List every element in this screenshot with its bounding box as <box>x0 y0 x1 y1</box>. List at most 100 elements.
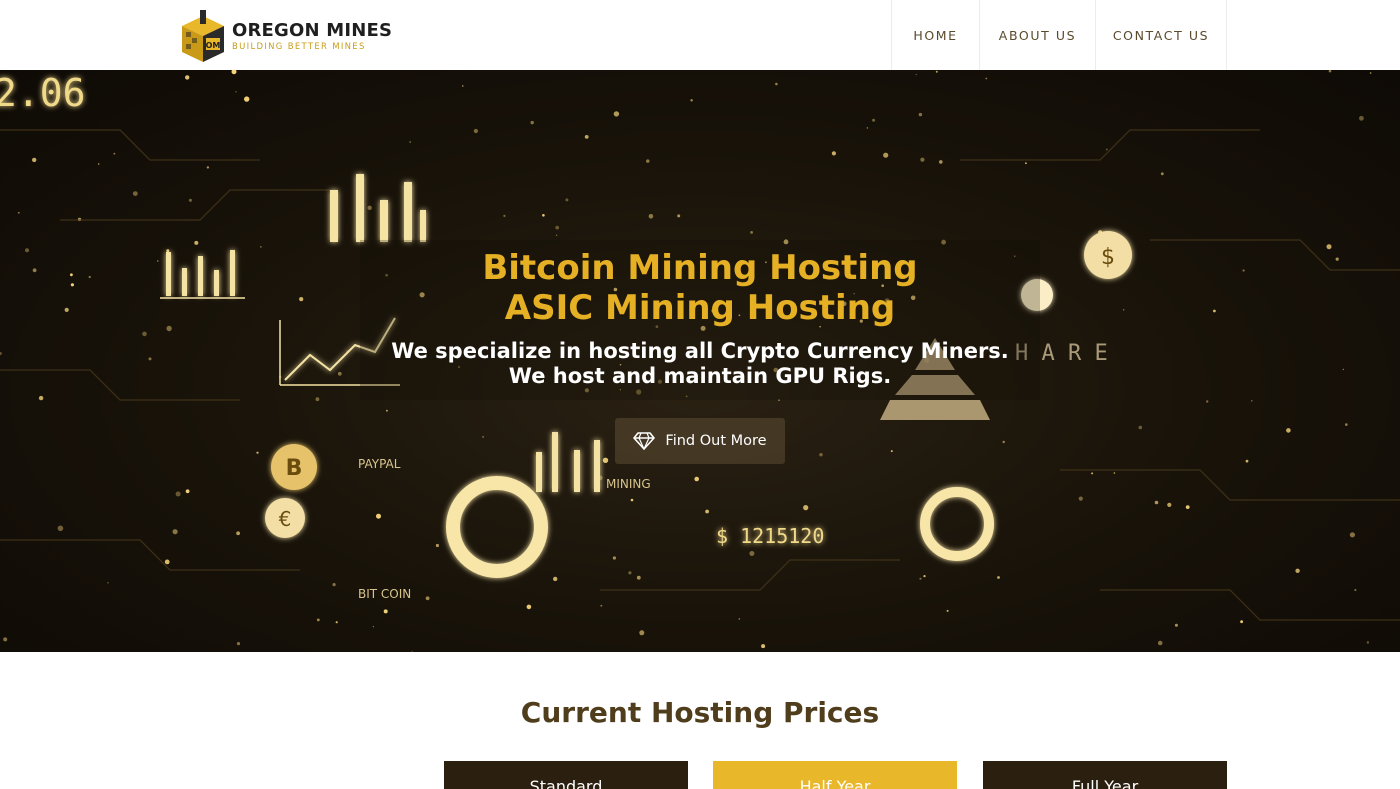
star-dot <box>613 111 620 117</box>
star-dot <box>57 525 64 532</box>
star-dot <box>132 191 138 196</box>
logo-monogram: OM <box>206 41 221 50</box>
star-dot <box>1295 568 1300 573</box>
star-dot <box>1369 72 1372 74</box>
pricing-section-title: Current Hosting Prices <box>520 696 880 729</box>
star-dot <box>1251 400 1253 402</box>
svg-text:€: € <box>279 507 292 531</box>
star-dot <box>890 450 893 453</box>
star-dot <box>1349 532 1355 538</box>
star-dot <box>97 163 100 165</box>
star-dot <box>3 637 8 642</box>
star-dot <box>462 85 464 87</box>
star-dot <box>409 141 412 143</box>
star-dot <box>1025 162 1027 165</box>
bg-amount: $ 1215120 <box>716 524 824 548</box>
star-dot <box>628 571 632 575</box>
hero-banner: 2.06 B € $ PAYPAL MINING BIT COIN $ 1215… <box>0 70 1400 652</box>
star-dot <box>677 214 681 218</box>
star-dot <box>1157 640 1163 646</box>
star-dot <box>17 211 20 214</box>
plan-card-full-year[interactable]: Full Year <box>983 761 1227 789</box>
star-dot <box>38 395 44 401</box>
star-dot <box>1154 500 1159 505</box>
star-dot <box>915 73 917 76</box>
star-dot <box>315 397 320 402</box>
nav-about-us[interactable]: ABOUT US <box>979 0 1095 70</box>
star-dot <box>526 604 532 610</box>
plan-card-standard[interactable]: Standard <box>444 761 688 789</box>
star-dot <box>738 618 741 620</box>
svg-text:B: B <box>286 456 303 481</box>
star-dot <box>482 436 484 438</box>
star-dot <box>935 70 938 73</box>
star-dot <box>530 120 534 125</box>
plan-card-half-year[interactable]: Half Year <box>713 761 957 789</box>
star-dot <box>872 118 876 122</box>
hero-title-line-1: Bitcoin Mining Hosting <box>482 248 918 288</box>
star-dot <box>749 551 755 556</box>
star-dot <box>646 159 650 163</box>
star-dot <box>555 225 560 230</box>
star-dot <box>185 489 190 494</box>
nav-contact-us[interactable]: CONTACT US <box>1095 0 1227 70</box>
star-dot <box>918 112 923 117</box>
brand-name: OREGON MINES <box>232 19 393 41</box>
site-logo[interactable]: OM OREGON MINES BUILDING BETTER MINES <box>176 8 416 64</box>
star-dot <box>636 575 641 580</box>
star-dot <box>1354 588 1357 592</box>
star-dot <box>503 214 506 217</box>
star-dot <box>1359 115 1364 121</box>
star-dot <box>236 531 241 536</box>
star-dot <box>383 609 388 614</box>
star-dot <box>411 650 413 652</box>
star-dot <box>1245 459 1249 463</box>
star-dot <box>372 626 374 628</box>
star-dot <box>194 240 199 245</box>
site-header: OM OREGON MINES BUILDING BETTER MINES HO… <box>0 0 1400 70</box>
star-dot <box>1286 428 1291 433</box>
star-dot <box>335 621 338 624</box>
nav-home[interactable]: HOME <box>891 0 979 70</box>
star-dot <box>231 70 237 75</box>
star-dot <box>565 198 569 202</box>
star-dot <box>923 575 926 578</box>
star-dot <box>1160 172 1164 176</box>
star-dot <box>1113 472 1116 474</box>
find-out-more-button[interactable]: Find Out More <box>615 418 785 464</box>
star-dot <box>1240 620 1243 624</box>
star-dot <box>639 630 645 636</box>
star-dot <box>425 596 430 601</box>
star-dot <box>1138 425 1143 430</box>
star-dot <box>386 409 388 412</box>
star-dot <box>236 642 241 646</box>
plan-name: Standard <box>529 777 603 789</box>
star-dot <box>750 231 753 234</box>
main-nav: HOME ABOUT US CONTACT US <box>891 0 1227 70</box>
star-dot <box>919 577 922 580</box>
star-dot <box>1078 496 1083 501</box>
star-dot <box>542 214 545 217</box>
hero-subtitle-line-2: We host and maintain GPU Rigs. <box>508 364 892 388</box>
star-dot <box>602 457 609 463</box>
star-dot <box>803 505 809 511</box>
star-dot <box>164 559 170 565</box>
find-out-more-label: Find Out More <box>665 433 767 449</box>
star-dot <box>206 166 210 169</box>
hero-title-line-2: ASIC Mining Hosting <box>504 288 896 328</box>
star-dot <box>831 151 837 156</box>
star-dot <box>612 556 617 560</box>
star-dot <box>761 644 766 649</box>
star-dot <box>985 77 988 80</box>
plan-name: Half Year <box>799 777 871 789</box>
star-dot <box>175 491 181 497</box>
star-dot <box>705 509 709 514</box>
star-dot <box>235 91 237 93</box>
star-dot <box>694 476 699 482</box>
diamond-icon <box>633 432 656 450</box>
star-dot <box>32 157 37 163</box>
star-dot <box>1366 641 1370 644</box>
star-dot <box>946 609 949 612</box>
bg-paypal: PAYPAL <box>358 457 401 471</box>
star-dot <box>1105 148 1108 151</box>
